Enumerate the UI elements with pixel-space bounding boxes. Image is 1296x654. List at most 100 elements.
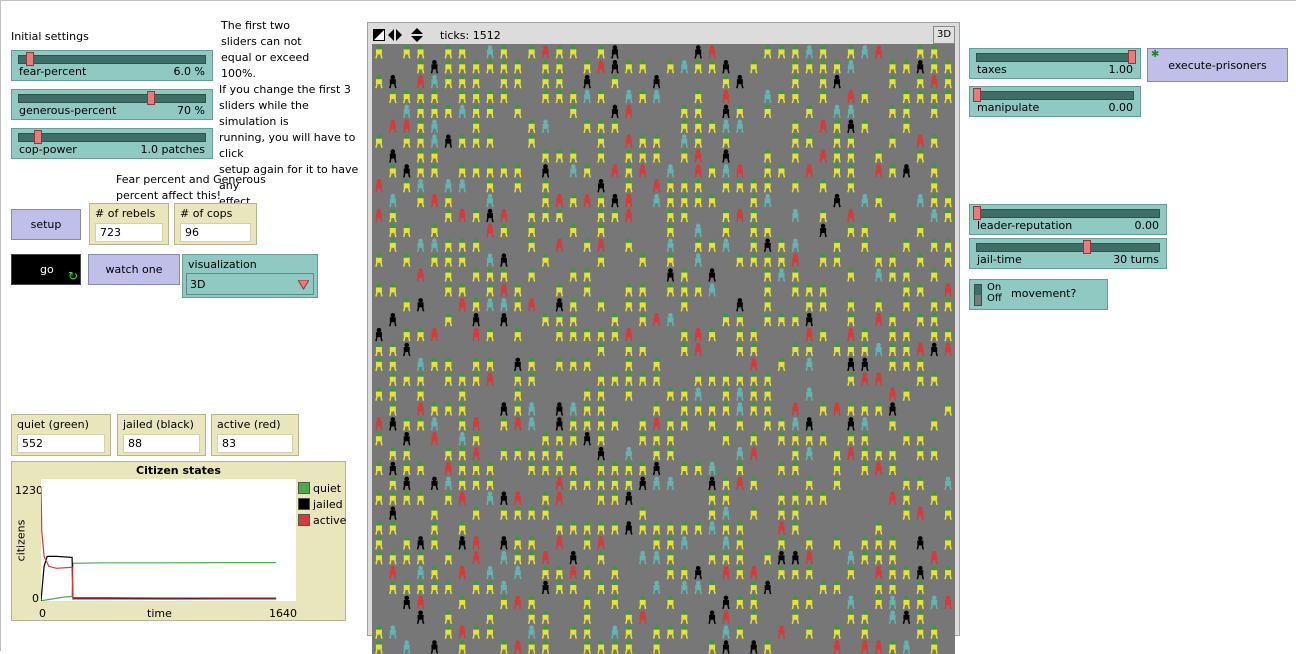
watch-one-button[interactable]: watch one — [88, 254, 180, 285]
citizen-quiet — [944, 298, 952, 312]
citizen-quiet — [680, 625, 689, 639]
cop — [486, 565, 494, 580]
slider-knob[interactable] — [973, 88, 981, 102]
slider-knob[interactable] — [34, 130, 42, 144]
citizen-active — [847, 208, 855, 223]
cop — [736, 446, 744, 461]
cop — [861, 417, 869, 431]
citizen-quiet — [652, 640, 661, 654]
citizen-quiet — [861, 625, 869, 639]
citizen-quiet — [458, 74, 466, 89]
citizen-jailed — [402, 164, 411, 178]
citizen-active — [874, 45, 883, 59]
citizen-quiet — [583, 238, 591, 253]
chooser-select[interactable]: 3D — [186, 273, 314, 295]
citizen-jailed — [916, 536, 925, 550]
cop — [791, 208, 800, 223]
citizen-quiet — [749, 342, 758, 357]
citizen-active — [597, 60, 605, 74]
citizen-quiet — [541, 640, 550, 654]
visualization-chooser[interactable]: visualization 3D — [182, 254, 318, 298]
citizen-active — [652, 417, 661, 431]
generous-percent-slider[interactable]: generous-percent 70 % — [11, 89, 213, 120]
citizen-quiet — [791, 149, 800, 163]
citizen-quiet — [486, 60, 494, 74]
citizen-quiet — [375, 134, 383, 148]
citizen-active — [874, 312, 883, 327]
slider-knob[interactable] — [147, 91, 155, 105]
execute-prisoners-button[interactable]: ✱ execute-prisoners — [1147, 48, 1288, 82]
citizen-quiet — [819, 298, 827, 312]
citizen-quiet — [930, 238, 938, 253]
citizen-quiet — [444, 193, 453, 208]
citizen-quiet — [652, 446, 661, 461]
citizen-quiet — [902, 506, 911, 520]
citizen-jailed — [555, 298, 564, 312]
manipulate-slider[interactable]: manipulate 0.00 — [969, 86, 1141, 117]
slider-label: jail-time — [977, 253, 1022, 266]
citizen-quiet — [666, 446, 675, 461]
citizen-active — [722, 565, 730, 580]
leader-reputation-slider[interactable]: leader-reputation 0.00 — [969, 204, 1167, 235]
citizen-quiet — [416, 387, 425, 401]
citizen-quiet — [861, 610, 869, 624]
citizen-quiet — [472, 119, 480, 134]
switch-knob[interactable] — [975, 295, 981, 305]
dropdown-arrow-icon — [298, 280, 309, 290]
citizen-quiet — [916, 372, 925, 386]
citizen-quiet — [819, 431, 827, 446]
movement-switch[interactable]: On Off movement? — [969, 279, 1108, 310]
citizen-active — [555, 536, 564, 550]
citizen-quiet — [625, 387, 633, 401]
citizen-quiet — [597, 461, 605, 476]
setup-button[interactable]: setup — [11, 209, 81, 240]
citizen-quiet — [916, 89, 925, 104]
slider-value: 6.0 % — [173, 65, 205, 78]
cop — [736, 402, 744, 416]
slider-value: 30 turns — [1113, 253, 1159, 266]
slider-knob[interactable] — [973, 206, 981, 220]
citizen-quiet — [555, 565, 564, 580]
citizen-quiet — [694, 372, 702, 386]
jail-time-slider[interactable]: jail-time 30 turns — [969, 238, 1167, 269]
view-controls-icon[interactable] — [373, 28, 423, 42]
citizen-quiet — [472, 431, 480, 446]
citizen-active — [389, 565, 397, 580]
cop — [666, 312, 675, 327]
citizen-active — [416, 595, 425, 610]
citizen-jailed — [833, 193, 841, 208]
citizen-quiet — [555, 521, 564, 535]
citizen-quiet — [486, 461, 494, 476]
citizen-quiet — [763, 298, 772, 312]
citizen-quiet — [514, 536, 522, 550]
citizen-jailed — [847, 119, 855, 134]
slider-knob[interactable] — [1128, 50, 1136, 64]
taxes-slider[interactable]: taxes 1.00 — [969, 48, 1141, 79]
citizen-quiet — [736, 327, 744, 342]
citizen-quiet — [555, 60, 564, 74]
citizen-quiet — [902, 104, 911, 119]
citizen-active — [486, 223, 494, 238]
citizen-quiet — [777, 164, 786, 178]
cop-power-slider[interactable]: cop-power 1.0 patches — [11, 128, 213, 159]
slider-knob[interactable] — [1083, 240, 1091, 254]
citizen-quiet — [458, 60, 466, 74]
slider-knob[interactable] — [26, 52, 34, 66]
citizen-quiet — [708, 164, 716, 178]
citizen-quiet — [416, 149, 425, 163]
citizen-quiet — [389, 223, 397, 238]
citizen-quiet — [847, 223, 855, 238]
citizen-quiet — [722, 312, 730, 327]
monitor-value: 552 — [17, 434, 105, 453]
monitor-value: 96 — [180, 223, 251, 242]
citizen-quiet — [514, 446, 522, 461]
3d-button[interactable]: 3D — [933, 26, 955, 44]
go-button[interactable]: go ↻ — [11, 254, 81, 285]
fear-percent-slider[interactable]: fear-percent 6.0 % — [11, 50, 213, 81]
citizen-quiet — [888, 446, 897, 461]
citizen-quiet — [680, 521, 689, 535]
citizen-quiet — [763, 640, 772, 654]
citizen-quiet — [763, 372, 772, 386]
citizen-quiet — [486, 104, 494, 119]
initial-settings-label: Initial settings — [11, 30, 89, 43]
